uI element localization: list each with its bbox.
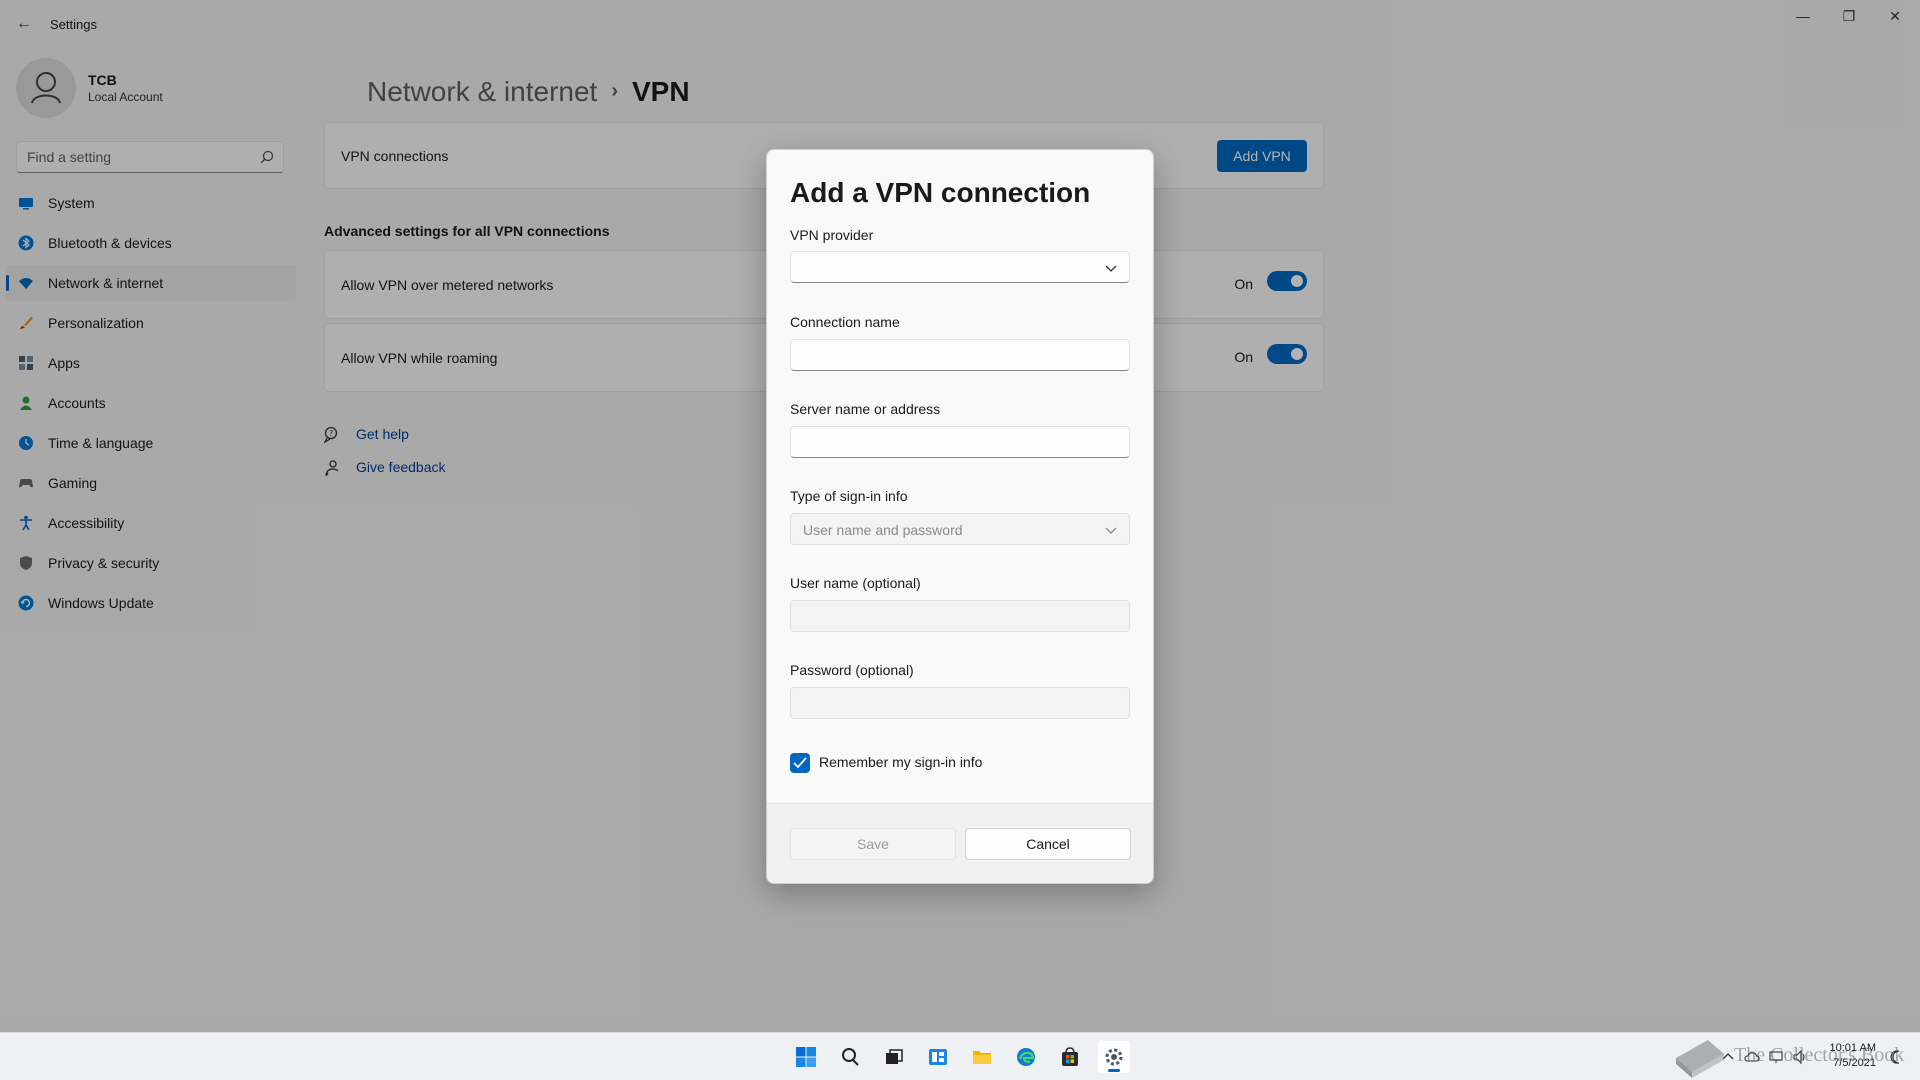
taskbar-search-button[interactable] [834,1041,866,1073]
gear-icon [1105,1048,1123,1066]
checkmark-icon [793,757,807,769]
username-label: User name (optional) [790,575,921,591]
dialog-footer: Save Cancel [767,803,1153,883]
taskbar: 10:01 AM 7/5/2021 [0,1032,1920,1080]
server-address-label: Server name or address [790,401,941,417]
settings-taskbar-button[interactable] [1098,1041,1130,1073]
folder-icon [973,1051,991,1064]
task-view-button[interactable] [878,1041,910,1073]
search-icon [842,1048,859,1066]
password-field[interactable] [790,687,1130,719]
connection-name-field[interactable] [790,339,1130,371]
signin-type-value: User name and password [803,522,963,538]
server-address-field[interactable] [790,426,1130,458]
chevron-down-icon [1105,527,1117,534]
save-button[interactable]: Save [790,828,956,860]
vpn-provider-select[interactable] [790,251,1130,283]
edge-button[interactable] [1010,1041,1042,1073]
start-button[interactable] [790,1041,822,1073]
widgets-icon [929,1049,947,1065]
watermark: The Collector's Book [1672,1032,1912,1080]
remember-signin-checkbox[interactable] [790,753,810,773]
username-field[interactable] [790,600,1130,632]
cancel-button[interactable]: Cancel [965,828,1131,860]
dialog-title: Add a VPN connection [790,177,1091,208]
file-explorer-button[interactable] [966,1041,998,1073]
edge-icon [1017,1048,1035,1066]
remember-signin-label[interactable]: Remember my sign-in info [819,754,982,770]
add-vpn-dialog: Add a VPN connection VPN provider Connec… [766,149,1154,884]
store-icon [1062,1047,1078,1066]
vpn-provider-label: VPN provider [790,227,874,243]
signin-type-select[interactable]: User name and password [790,513,1130,545]
watermark-text: The Collector's Book [1734,1044,1905,1066]
task-view-icon [886,1049,903,1064]
windows-logo-icon [796,1047,816,1067]
signin-type-label: Type of sign-in info [790,488,908,504]
store-button[interactable] [1054,1041,1086,1073]
book-icon [1676,1040,1724,1078]
password-label: Password (optional) [790,662,914,678]
chevron-down-icon [1105,265,1117,272]
widgets-button[interactable] [922,1041,954,1073]
connection-name-label: Connection name [790,314,900,330]
